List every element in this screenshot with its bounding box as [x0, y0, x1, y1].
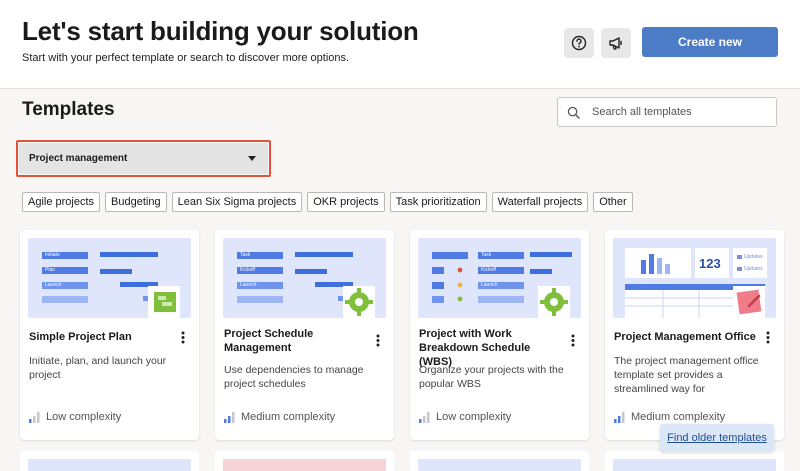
card-description: Initiate, plan, and launch your project	[29, 355, 167, 381]
thumb-label: Updates	[744, 266, 763, 272]
card-title: Project Management Office	[614, 331, 756, 343]
template-card-partial[interactable]	[410, 451, 589, 471]
template-card-partial[interactable]	[605, 451, 784, 471]
chip-budgeting[interactable]: Budgeting	[105, 192, 167, 212]
template-thumbnail	[418, 459, 581, 471]
page-subtitle: Start with your perfect template or sear…	[22, 52, 350, 64]
search-box[interactable]	[557, 97, 777, 127]
page-header: Let's start building your solution Start…	[0, 0, 800, 89]
card-description: The project management office template s…	[614, 355, 759, 395]
thumb-label: Plan	[45, 267, 56, 273]
chip-okr-projects[interactable]: OKR projects	[307, 192, 385, 212]
thumb-label: Updates	[744, 254, 763, 260]
help-button[interactable]	[564, 28, 594, 58]
more-options-icon[interactable]	[766, 331, 770, 344]
template-thumbnail	[223, 459, 386, 471]
thumb-label: Kickoff	[240, 267, 255, 273]
thumb-number: 123	[699, 256, 721, 271]
find-older-templates-button[interactable]: Find older templates	[660, 424, 774, 452]
thumb-label: Launch	[240, 282, 257, 288]
announcements-button[interactable]	[601, 28, 631, 58]
more-options-icon[interactable]	[181, 331, 185, 344]
complexity-label: Medium complexity	[631, 411, 726, 423]
signal-bars-icon	[29, 411, 40, 423]
megaphone-icon	[609, 37, 622, 50]
create-new-button[interactable]: Create new	[642, 27, 778, 57]
templates-heading: Templates	[22, 99, 115, 120]
search-input[interactable]	[592, 106, 762, 118]
template-thumbnail: Initiate Plan Launch	[28, 238, 191, 318]
more-options-icon[interactable]	[571, 334, 575, 347]
template-thumbnail: 123 Updates Updates	[613, 238, 776, 318]
page-title: Let's start building your solution	[22, 16, 419, 46]
template-card-project-schedule-management[interactable]: Task Kickoff Launch Project Schedule Man…	[215, 230, 394, 440]
chip-task-prioritization[interactable]: Task prioritization	[389, 192, 487, 212]
caret-down-icon	[248, 155, 256, 161]
template-card-simple-project-plan[interactable]: Initiate Plan Launch Simple Project Plan…	[20, 230, 199, 440]
complexity-indicator: Low complexity	[29, 411, 121, 423]
complexity-indicator: Low complexity	[419, 411, 511, 423]
template-card-project-with-wbs[interactable]: Task Kickoff Launch Project with Work Br…	[410, 230, 589, 440]
more-options-icon[interactable]	[376, 334, 380, 347]
filter-chips: Agile projects Budgeting Lean Six Sigma …	[22, 192, 633, 212]
signal-bars-icon	[224, 411, 235, 423]
thumb-label: Initiate	[45, 252, 60, 258]
card-description: Use dependencies to manage project sched…	[224, 364, 364, 390]
template-card-partial[interactable]	[20, 451, 199, 471]
chip-other[interactable]: Other	[593, 192, 633, 212]
thumb-label: Launch	[481, 282, 498, 288]
template-thumbnail: Task Kickoff Launch	[223, 238, 386, 318]
card-title: Simple Project Plan	[29, 331, 132, 343]
template-thumbnail	[613, 459, 776, 471]
chip-lean-six-sigma[interactable]: Lean Six Sigma projects	[171, 192, 303, 212]
complexity-indicator: Medium complexity	[224, 411, 335, 423]
signal-bars-icon	[419, 411, 430, 423]
thumb-label: Task	[481, 252, 492, 258]
chip-agile-projects[interactable]: Agile projects	[22, 192, 101, 212]
template-thumbnail: Task Kickoff Launch	[418, 238, 581, 318]
card-description: Organize your projects with the popular …	[419, 364, 564, 390]
category-dropdown-value: Project management	[29, 153, 128, 164]
find-older-templates-link[interactable]: Find older templates	[667, 432, 767, 444]
chip-waterfall-projects[interactable]: Waterfall projects	[491, 192, 589, 212]
card-title: Project Schedule Management	[224, 328, 314, 354]
signal-bars-icon	[614, 411, 625, 423]
complexity-label: Low complexity	[46, 411, 122, 423]
question-circle-icon	[571, 35, 587, 51]
template-thumbnail	[28, 459, 191, 471]
search-icon	[567, 106, 580, 119]
thumb-label: Launch	[45, 282, 62, 288]
thumb-label: Task	[240, 252, 251, 258]
complexity-label: Low complexity	[436, 411, 512, 423]
thumb-label: Kickoff	[481, 267, 496, 273]
template-card-project-management-office[interactable]: 123 Updates Updates Project Management O…	[605, 230, 784, 440]
complexity-indicator: Medium complexity	[614, 411, 725, 423]
complexity-label: Medium complexity	[241, 411, 336, 423]
category-dropdown[interactable]: Project management	[19, 143, 268, 174]
template-card-partial[interactable]	[215, 451, 394, 471]
